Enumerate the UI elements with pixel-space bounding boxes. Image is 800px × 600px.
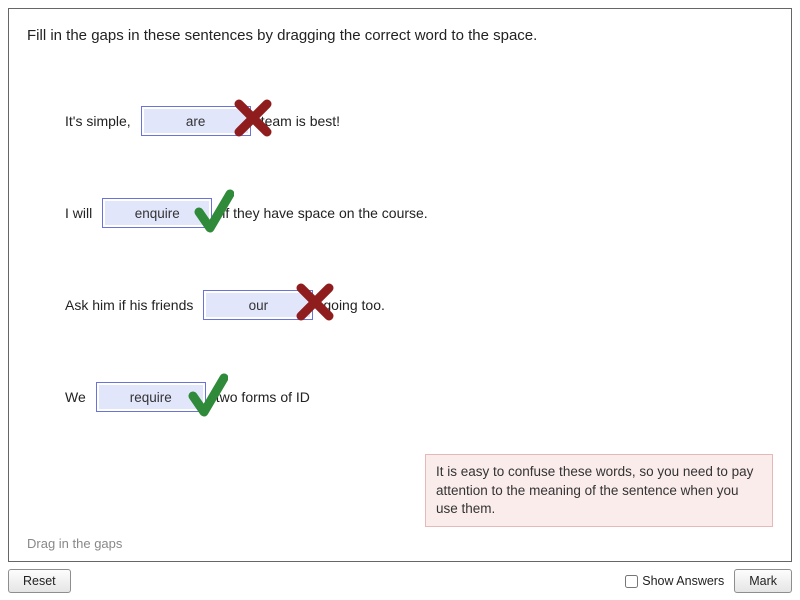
sentence-pre: It's simple, [65,113,131,129]
toolbar-right: Show Answers Mark [625,569,792,593]
sentence-post: team is best! [261,113,340,129]
hint-text: Drag in the gaps [27,536,122,551]
show-answers-label: Show Answers [642,574,724,588]
mark-button[interactable]: Mark [734,569,792,593]
show-answers-input[interactable] [625,575,638,588]
sentence-row: We require two forms of ID [65,380,773,414]
drop-slot[interactable]: enquire [102,198,212,228]
sentence-pre: Ask him if his friends [65,297,193,313]
sentence-pre: We [65,389,86,405]
reset-button[interactable]: Reset [8,569,71,593]
sentence-rows: It's simple, are team is best! I will en… [27,104,773,414]
word-tile[interactable]: require [96,382,206,412]
word-tile[interactable]: enquire [102,198,212,228]
sentence-row: It's simple, are team is best! [65,104,773,138]
drop-slot[interactable]: are [141,106,251,136]
sentence-post: going too. [323,297,385,313]
sentence-row: I will enquire if they have space on the… [65,196,773,230]
word-tile[interactable]: our [203,290,313,320]
sentence-pre: I will [65,205,92,221]
drop-slot[interactable]: our [203,290,313,320]
drop-slot[interactable]: require [96,382,206,412]
word-tile[interactable]: are [141,106,251,136]
show-answers-checkbox[interactable]: Show Answers [625,574,724,588]
sentence-row: Ask him if his friends our going too. [65,288,773,322]
instruction-text: Fill in the gaps in these sentences by d… [27,27,773,44]
feedback-panel: It is easy to confuse these words, so yo… [425,454,773,527]
exercise-canvas: Fill in the gaps in these sentences by d… [8,8,792,562]
toolbar: Reset Show Answers Mark [8,568,792,594]
sentence-post: if they have space on the course. [222,205,427,221]
sentence-post: two forms of ID [216,389,310,405]
